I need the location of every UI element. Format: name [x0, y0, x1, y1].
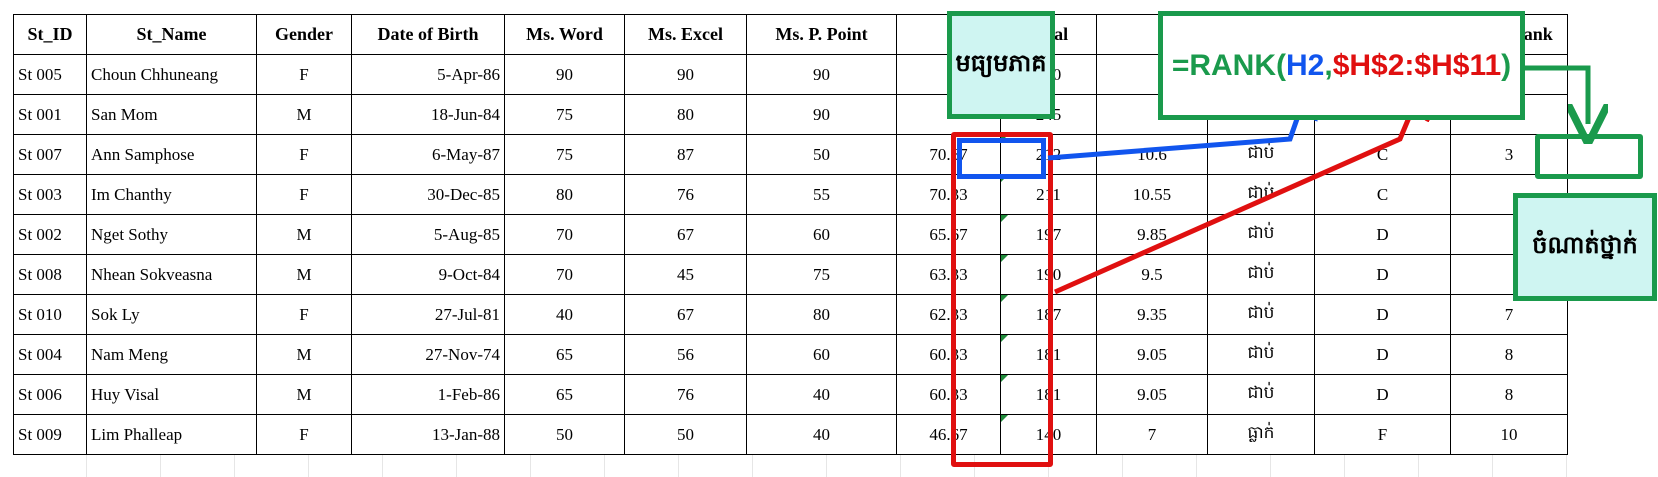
rank-formula-callout: =RANK(H2, $H$2:$H$11) — [1158, 11, 1525, 120]
average-callout-label: មធ្យមភាគ — [955, 48, 1047, 77]
formula-suffix: ) — [1501, 48, 1512, 82]
red-arrow — [1053, 96, 1418, 295]
rank-callout: ចំណាត់ថ្នាក់ — [1513, 193, 1657, 301]
formula-prefix: =RANK( — [1171, 48, 1286, 82]
formula-range: $H$2:$H$11 — [1332, 48, 1502, 82]
green-arrow — [1525, 65, 1588, 124]
formula-comma: , — [1324, 48, 1333, 82]
average-callout: មធ្យមភាគ — [947, 11, 1055, 119]
formula-ref: H2 — [1286, 48, 1325, 82]
rank-callout-label: ចំណាត់ថ្នាក់ — [1532, 230, 1638, 259]
